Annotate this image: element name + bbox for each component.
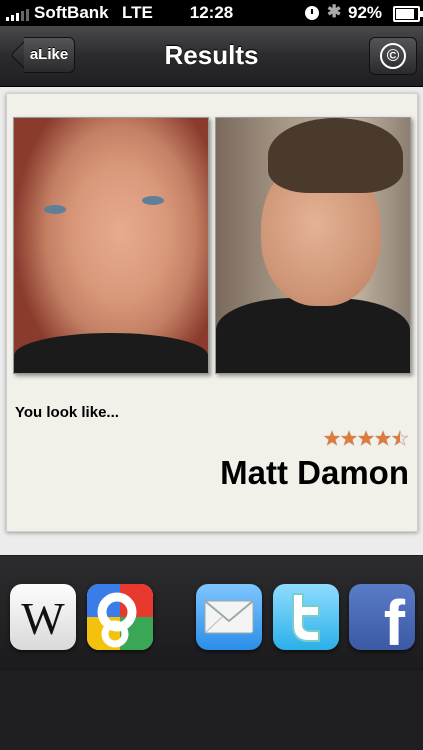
envelope-glyph xyxy=(204,600,254,634)
wikipedia-icon[interactable]: W xyxy=(10,584,76,650)
star-rating xyxy=(324,430,408,446)
status-bar: SoftBank LTE 12:28 ✱ 92% xyxy=(0,0,423,26)
shirt-shape xyxy=(14,333,208,373)
bluetooth-icon: ✱ xyxy=(327,2,342,21)
copyright-icon: © xyxy=(380,43,406,69)
star-icon xyxy=(341,430,357,446)
page-title: Results xyxy=(164,40,259,70)
eye-icon xyxy=(44,205,66,214)
battery-percent: 92% xyxy=(348,3,383,22)
star-icon xyxy=(392,430,408,446)
results-content: You look like... Matt Damon xyxy=(0,87,423,555)
battery-icon xyxy=(393,6,423,22)
star-icon xyxy=(375,430,391,446)
copyright-button[interactable]: © xyxy=(369,37,417,75)
share-bar: W f xyxy=(0,556,423,750)
celebrity-name: Matt Damon xyxy=(220,454,409,491)
twitter-glyph xyxy=(292,593,320,642)
look-like-label: You look like... xyxy=(15,404,119,421)
star-icon xyxy=(358,430,374,446)
share-icons-shelf: W f xyxy=(0,556,423,671)
alarm-clock-icon xyxy=(305,6,319,20)
google-icon[interactable] xyxy=(87,584,153,650)
star-icon xyxy=(324,430,340,446)
shirt-shape xyxy=(216,298,410,373)
hair-shape xyxy=(268,118,403,193)
facebook-glyph: f xyxy=(383,587,405,650)
twitter-icon[interactable] xyxy=(273,584,339,650)
celebrity-photo xyxy=(215,117,411,374)
mail-icon[interactable] xyxy=(196,584,262,650)
eye-icon xyxy=(142,196,164,205)
wikipedia-glyph: W xyxy=(21,593,65,644)
navigation-bar: aLike Results © xyxy=(0,26,423,87)
google-glyph xyxy=(87,584,153,650)
user-photo xyxy=(13,117,209,374)
facebook-icon[interactable]: f xyxy=(349,584,415,650)
result-card: You look like... Matt Damon xyxy=(6,93,418,532)
